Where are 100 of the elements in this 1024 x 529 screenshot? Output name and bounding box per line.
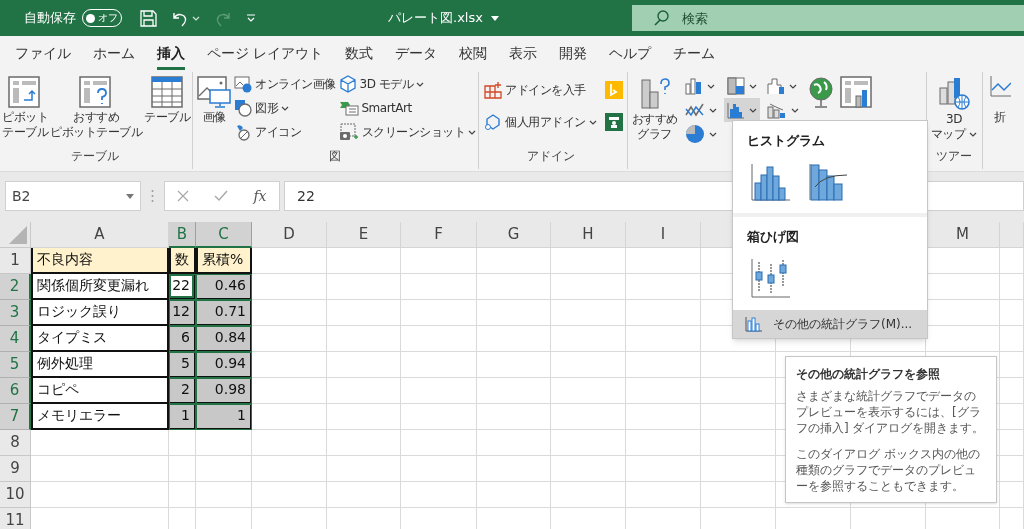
ribbon-tab[interactable]: データ [395, 40, 438, 70]
row-header[interactable]: 11 [0, 508, 31, 529]
table-cell: 0.84 [196, 326, 252, 352]
column-header[interactable]: D [252, 222, 327, 248]
empty-cell [1000, 378, 1024, 404]
pie-chart-icon [684, 124, 705, 144]
picture-button[interactable]: 画像 [197, 72, 231, 125]
row-header[interactable]: 10 [0, 482, 31, 508]
autosave-label: 自動保存 [24, 9, 76, 28]
recommended-charts-button[interactable]: おすすめ グラフ [631, 72, 678, 142]
ribbon-button[interactable]: アドインを入手 [484, 78, 586, 102]
3d-map-icon [937, 76, 971, 110]
row-header[interactable]: 4 [0, 326, 31, 352]
table-cell: 0.94 [196, 352, 252, 378]
file-name[interactable]: パレート図.xlsx [388, 8, 483, 28]
ribbon-tab[interactable]: 数式 [345, 40, 374, 70]
column-chart-icon [684, 77, 703, 95]
pivot-chart-icon [839, 76, 874, 110]
ribbon-tab[interactable]: チーム [673, 40, 716, 70]
add-in-icon [484, 113, 502, 131]
ribbon-button[interactable]: 図形 [234, 96, 336, 120]
save-icon[interactable] [140, 9, 157, 27]
histogram-thumbnail[interactable] [751, 162, 791, 201]
caret-icon [192, 15, 200, 21]
icons-icon [234, 123, 252, 141]
box-plot-thumbnail[interactable] [751, 258, 791, 298]
pareto-thumbnail[interactable] [809, 162, 849, 201]
column-header[interactable]: C [196, 222, 252, 248]
row-header[interactable]: 7 [0, 404, 31, 430]
picture-icon [197, 76, 231, 108]
table-icon [151, 76, 183, 108]
ribbon-tab[interactable]: 校閲 [459, 40, 488, 70]
online-picture-icon [234, 75, 252, 93]
customize-icon[interactable] [246, 13, 256, 23]
treemap-icon [726, 77, 745, 95]
name-box[interactable]: B2 [5, 181, 141, 211]
waterfall-chart-icon [766, 77, 785, 95]
table-cell: 数 [169, 248, 196, 274]
row-header[interactable]: 5 [0, 352, 31, 378]
ribbon-button[interactable]: SmartArt [338, 96, 476, 120]
table-cell: コピペ [31, 378, 169, 404]
column-header[interactable]: I [626, 222, 701, 248]
column-header[interactable]: B [169, 222, 196, 248]
row-header[interactable]: 6 [0, 378, 31, 404]
column-header[interactable]: E [327, 222, 401, 248]
row-header[interactable]: 9 [0, 456, 31, 482]
chart-type-button[interactable] [723, 98, 760, 122]
column-header[interactable]: H [551, 222, 626, 248]
caret-icon [708, 107, 717, 113]
line-sparkline-button[interactable]: 折 [988, 70, 1011, 125]
recommended-pivot-button[interactable]: おすすめ ピボットテーブル [50, 72, 142, 140]
empty-cell [196, 482, 252, 508]
menu-item[interactable]: その他の統計グラフ(M)... [733, 310, 927, 338]
table-cell: 関係個所変更漏れ [31, 274, 169, 300]
ribbon-tab[interactable]: ファイル [15, 40, 71, 70]
empty-cell [1000, 404, 1024, 430]
group-label: テーブル [71, 148, 119, 165]
column-header[interactable]: G [477, 222, 551, 248]
ribbon-button[interactable]: 3D モデル [338, 72, 476, 96]
cancel-icon[interactable] [177, 190, 190, 202]
ribbon-button[interactable]: オンライン画像 [234, 72, 336, 96]
shapes-icon [234, 99, 252, 117]
caret-icon[interactable] [490, 15, 499, 21]
ribbon-button[interactable]: アイコン [234, 120, 336, 144]
caret-icon [969, 132, 978, 137]
empty-cell [1000, 352, 1024, 378]
column-header[interactable]: F [401, 222, 477, 248]
ribbon-tab[interactable]: ホーム [93, 40, 135, 70]
row-header[interactable]: 1 [0, 248, 31, 274]
table-cell: 1 [196, 404, 252, 430]
empty-cell [1000, 274, 1024, 300]
caret-icon [748, 107, 757, 113]
group-label: 図 [328, 148, 341, 165]
caret-icon [790, 107, 799, 113]
ribbon-tab[interactable]: ヘルプ [609, 40, 652, 70]
screenshot-icon [338, 123, 359, 141]
ribbon-tab[interactable]: 開発 [559, 40, 588, 70]
row-header[interactable]: 8 [0, 430, 31, 456]
table-button[interactable]: テーブル [144, 72, 190, 125]
ribbon-button[interactable]: 個人用アドイン [484, 110, 597, 134]
table-cell: 5 [169, 352, 196, 378]
people-add-in-icon[interactable] [604, 113, 623, 131]
search-field[interactable]: 検索 [632, 5, 1024, 31]
empty-cell [1000, 300, 1024, 326]
ribbon-tab[interactable]: ページ レイアウト [207, 40, 324, 70]
row-header[interactable]: 2 [0, 274, 31, 300]
pivot-table-question-icon [79, 76, 113, 108]
ribbon-button[interactable]: スクリーンショット [338, 120, 476, 144]
empty-cell [1000, 482, 1024, 508]
smartart-icon [338, 99, 359, 117]
ribbon-tab[interactable]: 表示 [509, 40, 538, 70]
table-cell: 例外処理 [31, 352, 169, 378]
check-icon[interactable] [214, 190, 229, 202]
pivot-table-button[interactable]: ピボット テーブル [2, 72, 48, 140]
insert-function-button[interactable]: fx [253, 185, 267, 207]
row-header[interactable]: 3 [0, 300, 31, 326]
tooltip-title: その他の統計グラフを参照 [796, 366, 941, 383]
empty-cell [169, 456, 196, 482]
table-cell: 6 [169, 326, 196, 352]
3d-map-button[interactable]: 3D マップ [930, 72, 978, 142]
